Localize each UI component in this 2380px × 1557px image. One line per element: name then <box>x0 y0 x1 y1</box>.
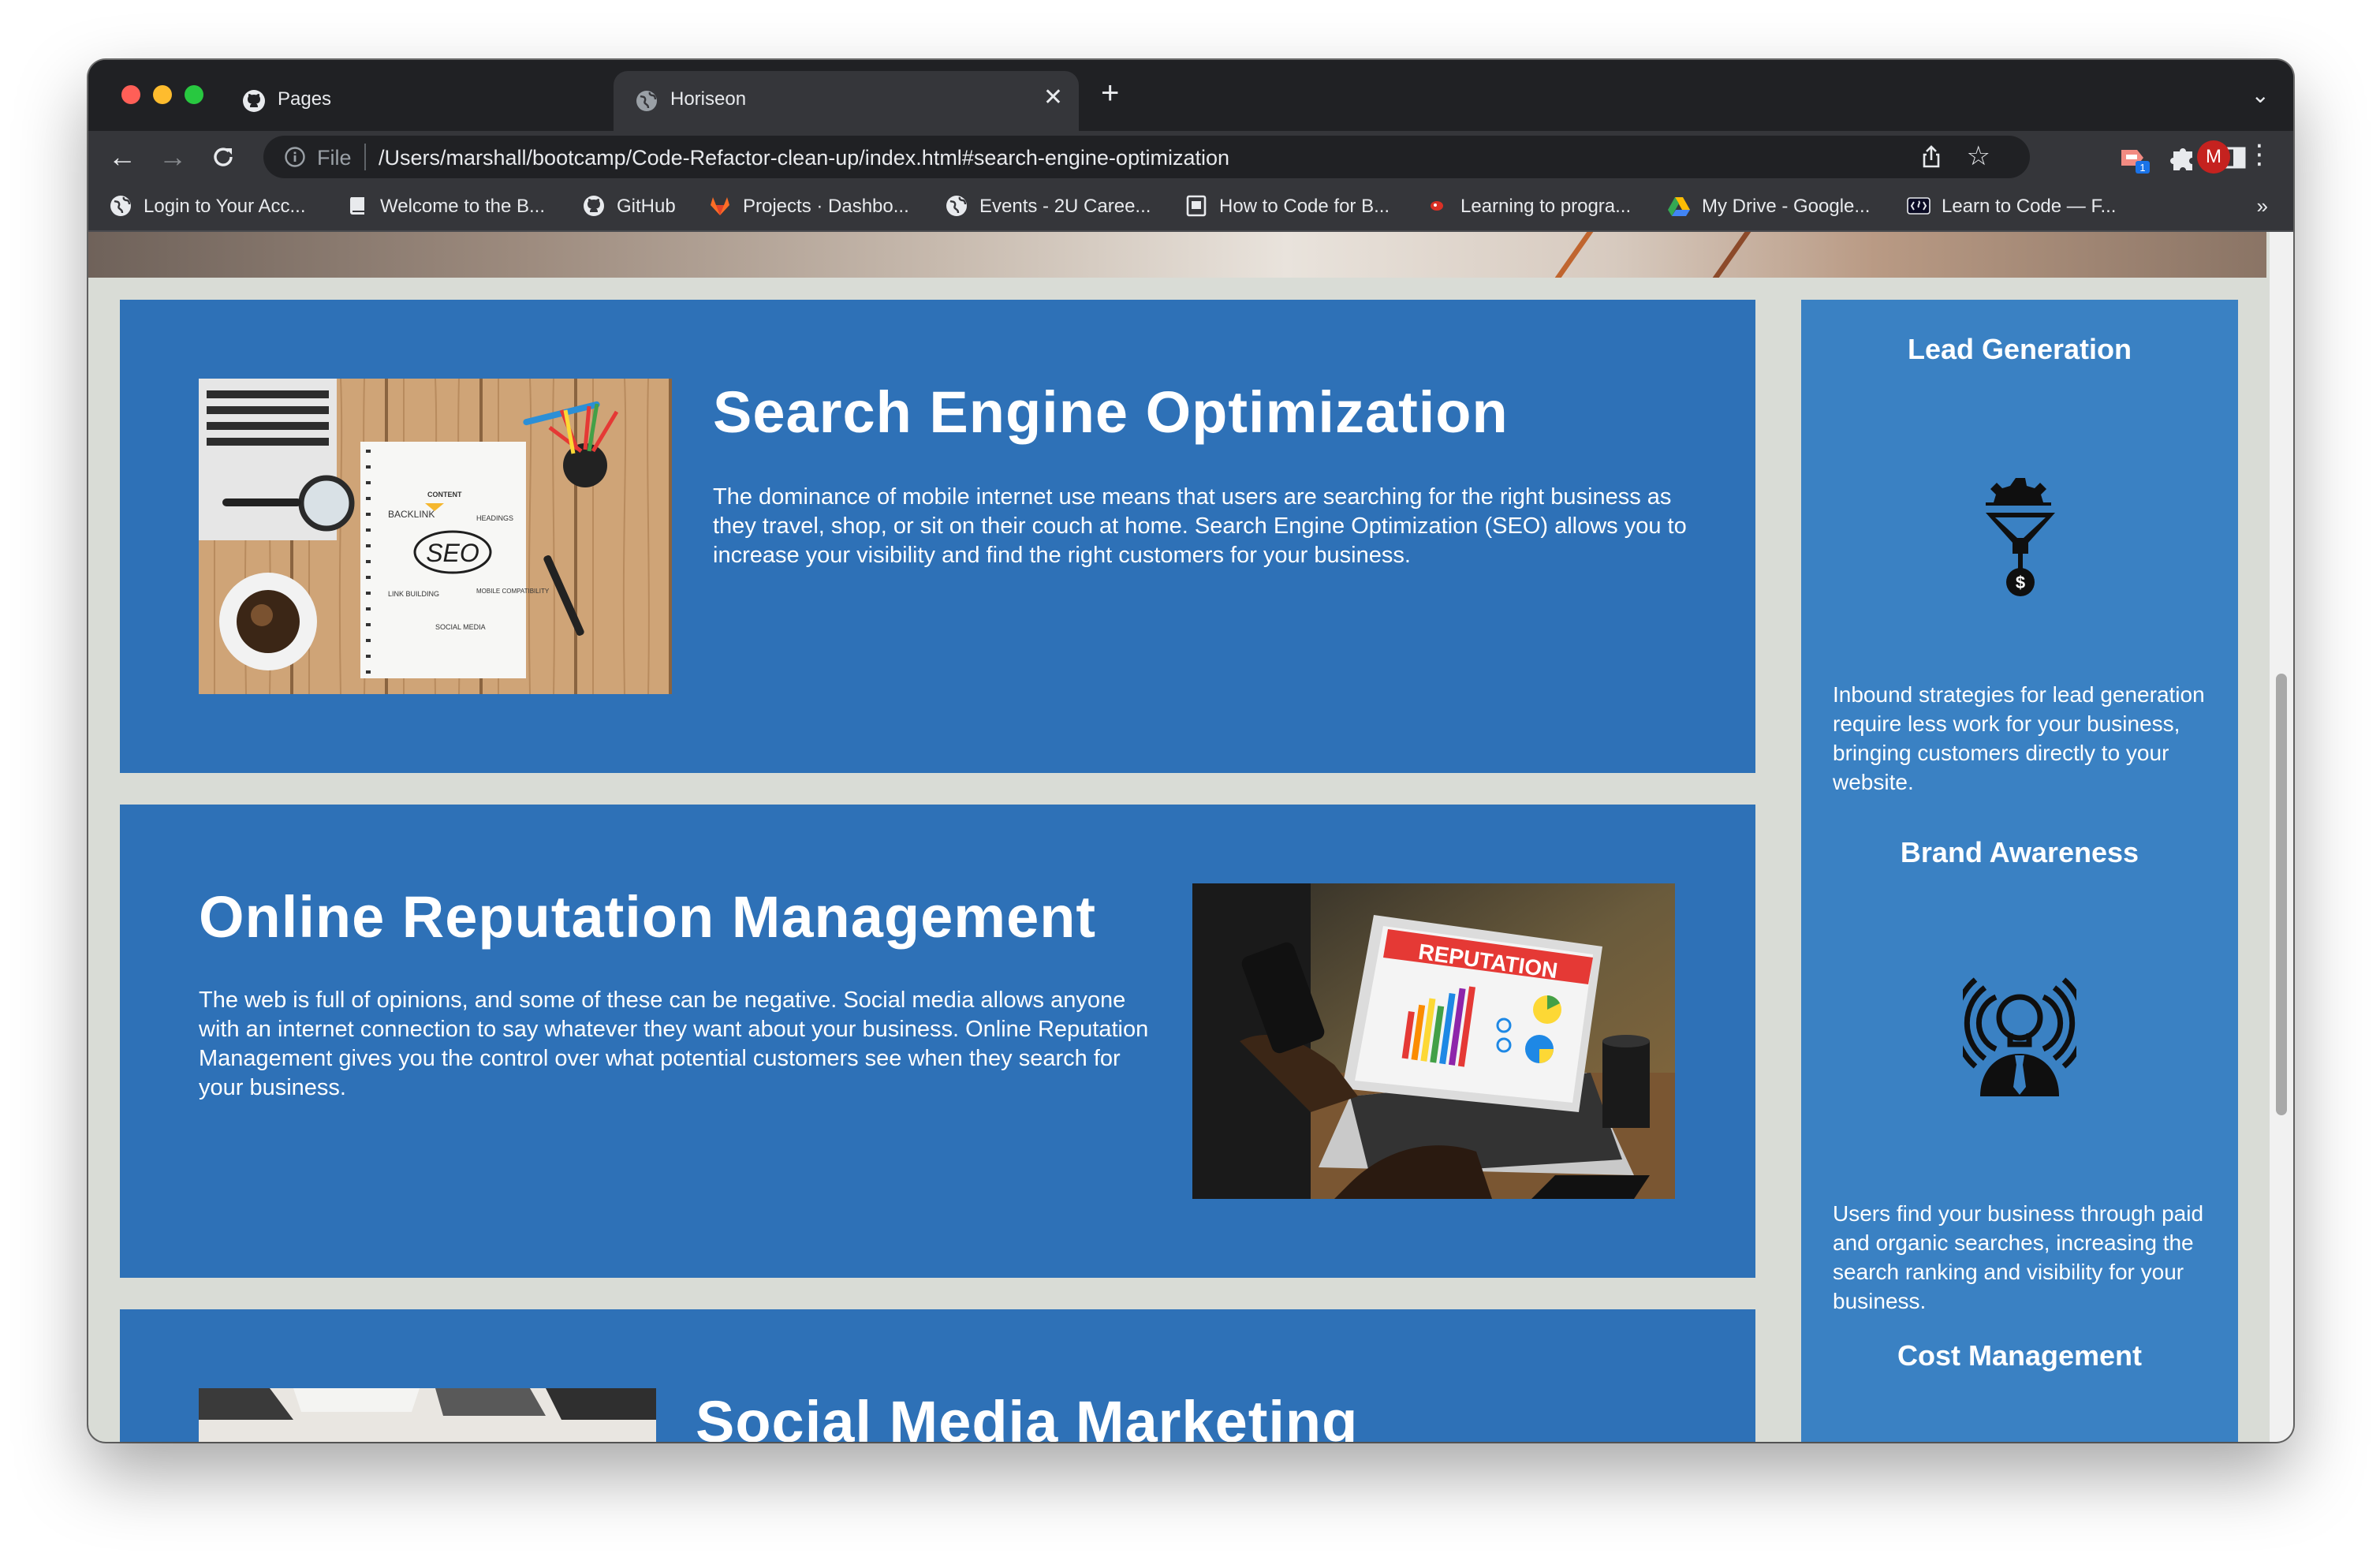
hero-decor <box>1712 232 1751 278</box>
info-icon[interactable] <box>284 146 306 168</box>
svg-text:$: $ <box>2016 573 2025 592</box>
scrollbar-track[interactable] <box>2270 232 2293 1442</box>
page-icon <box>1186 195 1207 217</box>
bookmark-label: Learn to Code — F... <box>1942 196 2117 217</box>
reload-icon <box>214 147 233 166</box>
back-button[interactable]: ← <box>104 139 140 175</box>
seo-word-content: CONTENT <box>427 491 462 498</box>
github-icon <box>584 196 604 216</box>
hero-image <box>88 232 2266 278</box>
profile-avatar[interactable]: M <box>2197 140 2230 174</box>
hero-decor <box>1554 232 1594 278</box>
seo-word-backlink: BACKLINK <box>388 509 435 520</box>
social-image <box>199 1388 656 1442</box>
social-heading: Social Media Marketing <box>696 1389 1359 1442</box>
bookmark-label: My Drive - Google... <box>1702 196 1871 217</box>
browser-window: Pages ✕ Horiseon ✕ + ⌄ ← → <box>88 60 2293 1442</box>
lead-generation-heading: Lead Generation <box>1907 333 2132 365</box>
toolbar: ← → File /Users/marshall/bootcamp/Code-R… <box>88 131 2293 183</box>
globe-icon <box>110 196 131 216</box>
seo-illustration: CONTENT BACKLINK HEADINGS SEO LINK BUILD… <box>199 379 672 694</box>
seo-image: CONTENT BACKLINK HEADINGS SEO LINK BUILD… <box>199 379 672 694</box>
forward-button[interactable]: → <box>155 139 191 175</box>
bookmark-label: Events - 2U Caree... <box>979 196 1151 217</box>
benefits-sidebar: Lead Generation $ Inbound strategies for… <box>1801 300 2238 1442</box>
brand-awareness-heading: Brand Awareness <box>1900 836 2139 868</box>
social-illustration <box>199 1388 656 1442</box>
close-window-button[interactable] <box>121 85 140 104</box>
tab-search-chevron-icon[interactable]: ⌄ <box>2251 82 2270 108</box>
seo-heading: Search Engine Optimization <box>713 379 1509 445</box>
reputation-illustration: REPUTATION <box>1192 883 1675 1199</box>
bookmark-label: Learning to progra... <box>1460 196 1632 217</box>
globe-icon <box>946 196 967 216</box>
bookmark-label: Login to Your Acc... <box>144 196 306 217</box>
puzzle-icon[interactable] <box>2167 142 2199 174</box>
book-icon <box>350 197 364 215</box>
gitlab-icon <box>711 197 729 215</box>
reload-button[interactable] <box>205 139 241 175</box>
seo-word-mobile: MOBILE COMPATIBILITY <box>476 588 550 595</box>
bookmark-label: Welcome to the B... <box>380 196 545 217</box>
lightbulb-person-icon <box>1963 977 2076 1096</box>
seo-paragraph: The dominance of mobile internet use mea… <box>713 484 1687 568</box>
reputation-image: REPUTATION <box>1192 883 1675 1199</box>
address-divider <box>364 144 366 170</box>
extension-badge-icon[interactable]: 1 <box>2118 142 2150 174</box>
seo-section: CONTENT BACKLINK HEADINGS SEO LINK BUILD… <box>120 300 1755 773</box>
seo-word-social: SOCIAL MEDIA <box>435 623 486 631</box>
bookmark-label: GitHub <box>617 196 676 217</box>
more-bookmarks-icon[interactable]: » <box>2257 194 2268 218</box>
globe-icon <box>636 91 657 111</box>
tab-title: Horiseon <box>670 88 747 110</box>
minimize-window-button[interactable] <box>153 85 172 104</box>
reputation-section: Online Reputation Management The web is … <box>120 805 1755 1278</box>
maximize-window-button[interactable] <box>185 85 203 104</box>
address-bar[interactable]: File /Users/marshall/bootcamp/Code-Refac… <box>263 136 2030 178</box>
tab-strip: Pages ✕ Horiseon ✕ + ⌄ <box>88 60 2293 131</box>
tab-title: Pages <box>278 88 332 110</box>
google-drive-icon <box>1668 197 1690 216</box>
seo-word-link-building: LINK BUILDING <box>388 590 439 598</box>
reputation-heading: Online Reputation Management <box>199 884 1097 950</box>
scheme-label: File <box>317 146 352 170</box>
page-viewport: CONTENT BACKLINK HEADINGS SEO LINK BUILD… <box>88 232 2293 1442</box>
close-tab-icon[interactable]: ✕ <box>1043 84 1063 111</box>
bookmark-label: How to Code for B... <box>1219 196 1390 217</box>
social-section: Social Media Marketing <box>120 1309 1755 1442</box>
brand-awareness-text: Users find your business through paid an… <box>1833 1201 2204 1313</box>
reputation-paragraph: The web is full of opinions, and some of… <box>199 988 1149 1100</box>
tab-horiseon[interactable]: Horiseon ✕ <box>614 71 1079 131</box>
freecodecamp-icon <box>1907 197 1930 215</box>
red-logo-icon <box>1431 201 1443 211</box>
cost-management-heading: Cost Management <box>1897 1339 2143 1372</box>
share-icon[interactable] <box>1918 144 1945 170</box>
lead-funnel-icon: $ <box>1986 478 2055 596</box>
extension-badge-count: 1 <box>2139 162 2145 174</box>
bookmark-star-icon[interactable]: ☆ <box>1967 140 1990 172</box>
new-tab-button[interactable]: + <box>1101 77 1119 109</box>
bookmarks-bar: Login to Your Acc... Welcome to the B...… <box>88 183 2293 232</box>
seo-word-seo: SEO <box>426 539 479 567</box>
url-text[interactable]: /Users/marshall/bootcamp/Code-Refactor-c… <box>379 146 1229 170</box>
seo-word-headings: HEADINGS <box>476 514 513 522</box>
kebab-menu-icon[interactable]: ⋮ <box>2246 139 2273 170</box>
bookmark-label: Projects · Dashbo... <box>743 196 909 217</box>
github-icon <box>243 90 265 112</box>
scrollbar-thumb[interactable] <box>2276 674 2287 1115</box>
lead-generation-text: Inbound strategies for lead generation r… <box>1833 682 2205 794</box>
